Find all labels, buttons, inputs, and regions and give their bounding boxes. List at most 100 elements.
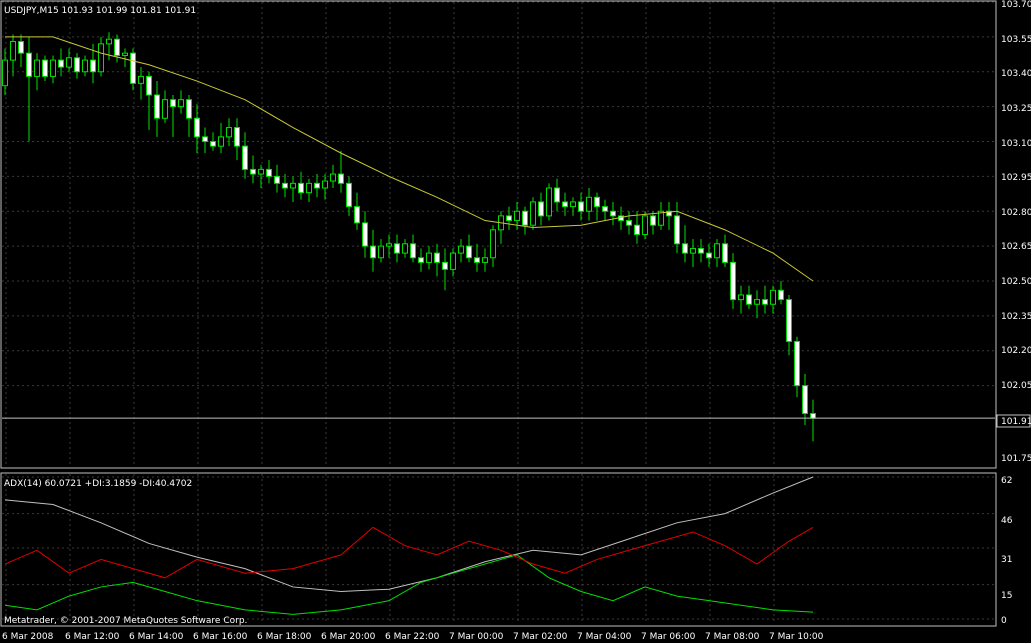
candle-body bbox=[506, 215, 512, 222]
candle-body bbox=[58, 59, 64, 68]
candle-body bbox=[98, 43, 104, 73]
candle-body bbox=[674, 215, 680, 245]
candle-body bbox=[522, 210, 528, 226]
candle-body bbox=[722, 243, 728, 263]
candle-body bbox=[170, 99, 176, 108]
time-tick-label: 6 Mar 16:00 bbox=[193, 632, 248, 642]
candle-body bbox=[746, 294, 752, 305]
candle-body bbox=[418, 257, 424, 263]
candle-body bbox=[682, 243, 688, 254]
candle-body bbox=[538, 201, 544, 217]
price-tick-label: 101.75 bbox=[1001, 454, 1031, 464]
candle-body bbox=[154, 94, 160, 119]
candle-body bbox=[698, 247, 704, 254]
time-tick-label: 6 Mar 12:00 bbox=[65, 632, 120, 642]
candle-body bbox=[266, 168, 272, 177]
price-tick-label: 102.05 bbox=[1001, 381, 1031, 391]
candle-body bbox=[50, 59, 56, 77]
time-tick-label: 6 Mar 14:00 bbox=[129, 632, 184, 642]
candle-body bbox=[434, 252, 440, 263]
candle-body bbox=[794, 340, 800, 387]
time-tick-label: 7 Mar 06:00 bbox=[641, 632, 696, 642]
candle-body bbox=[194, 117, 200, 138]
price-tick-label: 103.70 bbox=[1001, 0, 1031, 10]
candle-body bbox=[202, 136, 208, 143]
candle-body bbox=[218, 136, 224, 147]
candle-body bbox=[282, 182, 288, 189]
time-tick-label: 7 Mar 04:00 bbox=[577, 632, 632, 642]
trading-chart[interactable]: 103.70 103.55 103.40 103.25 103.10 102.9… bbox=[0, 0, 1031, 643]
time-tick-label: 6 Mar 18:00 bbox=[257, 632, 312, 642]
candle-body bbox=[602, 206, 608, 212]
candle-body bbox=[330, 173, 336, 182]
candle-body bbox=[570, 201, 576, 208]
adx-tick-label: 31 bbox=[1001, 555, 1012, 565]
price-tick-label: 103.55 bbox=[1001, 35, 1031, 45]
time-tick-label: 6 Mar 20:00 bbox=[321, 632, 376, 642]
price-tick-label: 103.25 bbox=[1001, 104, 1031, 114]
candle-body bbox=[714, 243, 720, 259]
candle-body bbox=[378, 245, 384, 259]
candle-body bbox=[778, 289, 784, 301]
candle-body bbox=[10, 41, 16, 61]
candle-body bbox=[762, 299, 768, 305]
price-tick-label: 102.20 bbox=[1001, 346, 1031, 356]
candle-body bbox=[578, 201, 584, 212]
candle-body bbox=[322, 180, 328, 189]
adx-tick-label: 62 bbox=[1001, 476, 1012, 486]
candle-body bbox=[626, 220, 632, 226]
candle-body bbox=[754, 299, 760, 305]
candle-body bbox=[642, 215, 648, 235]
candle-body bbox=[114, 38, 120, 56]
adx-tick-label: 15 bbox=[1001, 591, 1012, 601]
candle-body bbox=[90, 59, 96, 73]
candle-body bbox=[786, 299, 792, 342]
candle-body bbox=[338, 173, 344, 184]
price-tick-label: 102.80 bbox=[1001, 208, 1031, 218]
candle-body bbox=[650, 215, 656, 226]
candle-body bbox=[306, 182, 312, 194]
candle-body bbox=[42, 59, 48, 77]
candle-body bbox=[178, 99, 184, 108]
candle-body bbox=[410, 243, 416, 259]
price-tick-label: 102.35 bbox=[1001, 312, 1031, 322]
candle-body bbox=[346, 182, 352, 208]
candle-body bbox=[450, 252, 456, 270]
candle-body bbox=[354, 206, 360, 224]
candle-body bbox=[738, 294, 744, 301]
candle-body bbox=[66, 57, 72, 68]
time-tick-label: 7 Mar 10:00 bbox=[769, 632, 824, 642]
candle-body bbox=[18, 41, 24, 54]
candle-body bbox=[234, 127, 240, 147]
price-tick-label: 102.95 bbox=[1001, 173, 1031, 183]
candle-body bbox=[242, 145, 248, 170]
candle-body bbox=[130, 52, 136, 84]
candle-body bbox=[634, 224, 640, 235]
candle-body bbox=[82, 59, 88, 73]
candle-body bbox=[482, 257, 488, 263]
candle-body bbox=[458, 245, 464, 254]
candle-body bbox=[490, 229, 496, 259]
time-tick-label: 7 Mar 00:00 bbox=[449, 632, 504, 642]
candle-body bbox=[186, 99, 192, 119]
candle-body bbox=[466, 245, 472, 259]
candle-body bbox=[2, 59, 8, 87]
candle-body bbox=[226, 127, 232, 138]
candle-body bbox=[34, 59, 40, 77]
candle-body bbox=[594, 196, 600, 208]
candle-body bbox=[146, 75, 152, 96]
candle-body bbox=[770, 289, 776, 305]
candle-body bbox=[554, 187, 560, 203]
adx-tick-label: 46 bbox=[1001, 516, 1013, 526]
candle-body bbox=[74, 57, 80, 73]
candle-body bbox=[690, 247, 696, 254]
candle-body bbox=[250, 168, 256, 175]
adx-tick-label: 0 bbox=[1001, 616, 1007, 626]
candle-body bbox=[610, 210, 616, 217]
candle-body bbox=[122, 52, 128, 56]
candle-body bbox=[258, 168, 264, 175]
candle-body bbox=[162, 99, 168, 119]
candle-body bbox=[402, 243, 408, 254]
candle-body bbox=[290, 182, 296, 189]
time-tick-label: 7 Mar 02:00 bbox=[513, 632, 568, 642]
